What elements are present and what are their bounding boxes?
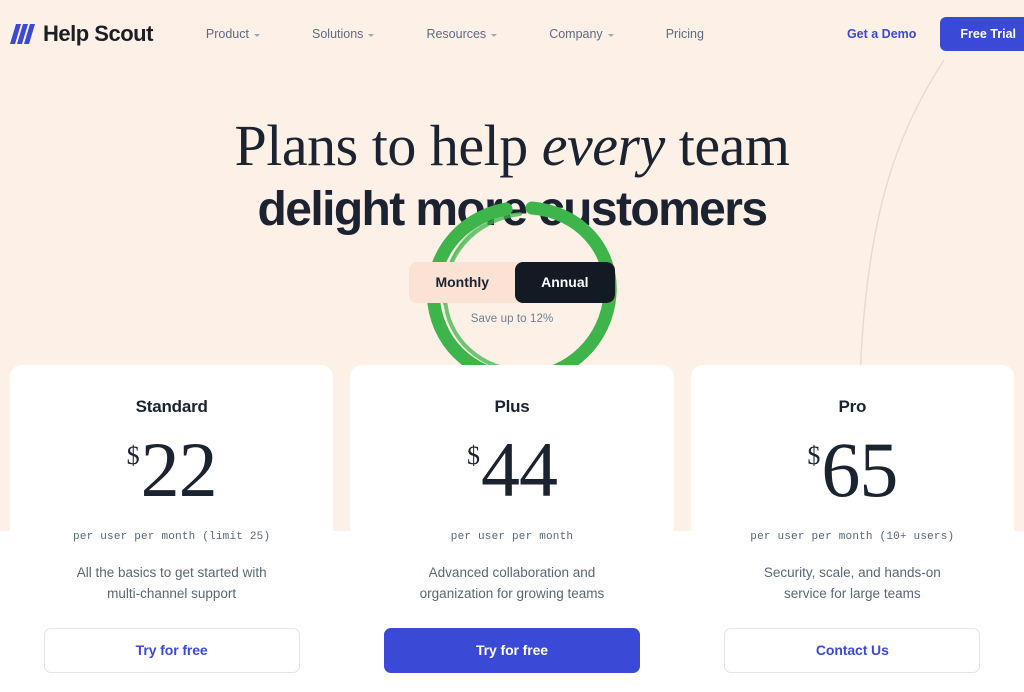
- billing-period-section: Monthly Annual Save up to 12%: [0, 262, 1024, 325]
- nav-link-solutions-label: Solutions: [312, 27, 364, 41]
- brand-name: Help Scout: [43, 21, 153, 46]
- headline-line-1-post: team: [664, 113, 790, 178]
- plan-price: $ 44: [466, 426, 558, 517]
- plan-price-currency: $: [466, 441, 480, 470]
- nav-link-product[interactable]: Product: [206, 21, 260, 47]
- help-scout-slashes-icon: [10, 24, 35, 44]
- top-navigation-bar: Help Scout Product Solutions Resources C…: [0, 0, 1024, 68]
- headline-line-1: Plans to help every team: [0, 113, 1024, 178]
- billing-toggle[interactable]: Monthly Annual: [409, 262, 615, 303]
- headline-line-1-pre: Plans to help: [234, 113, 542, 178]
- plan-cta-button[interactable]: Try for free: [383, 627, 640, 673]
- nav-link-company[interactable]: Company: [549, 21, 614, 47]
- chevron-down-icon: [607, 33, 614, 37]
- billing-toggle-annual[interactable]: Annual: [515, 262, 615, 303]
- plan-name: Plus: [494, 397, 530, 416]
- plan-price-meta: per user per month (limit 25): [73, 531, 271, 543]
- plan-description: All the basics to get started with multi…: [76, 565, 267, 601]
- nav-link-product-label: Product: [205, 27, 249, 41]
- plan-name: Standard: [135, 397, 208, 416]
- nav-link-pricing-label: Pricing: [665, 27, 704, 41]
- chevron-down-icon: [491, 33, 498, 37]
- pricing-card-pro: Pro $ 65 per user per month (10+ users) …: [690, 365, 1014, 692]
- hero-headline: Plans to help every team delight more cu…: [0, 113, 1024, 236]
- nav-link-pricing[interactable]: Pricing: [666, 21, 704, 47]
- chevron-down-icon: [254, 33, 260, 37]
- plan-price-amount: 65: [821, 426, 898, 513]
- get-a-demo-link[interactable]: Get a Demo: [847, 27, 916, 41]
- plan-price-amount: 22: [140, 426, 218, 513]
- nav-links: Product Solutions Resources Company Pric…: [206, 21, 704, 47]
- plan-description: Advanced collaboration and organization …: [419, 565, 605, 601]
- brand-logo[interactable]: Help Scout: [10, 17, 153, 51]
- nav-link-resources-label: Resources: [426, 27, 487, 41]
- billing-save-note: Save up to 12%: [470, 313, 554, 325]
- plan-price-meta: per user per month: [450, 531, 574, 543]
- plan-cta-button[interactable]: Try for free: [43, 627, 300, 673]
- chevron-down-icon: [368, 33, 375, 37]
- plan-price-currency: $: [807, 441, 821, 470]
- nav-link-resources[interactable]: Resources: [426, 21, 498, 47]
- plan-price: $ 65: [807, 426, 898, 517]
- plan-price-meta: per user per month (10+ users): [750, 531, 955, 543]
- pricing-cards: Standard $ 22 per user per month (limit …: [10, 365, 1014, 692]
- plan-price: $ 22: [126, 426, 218, 517]
- free-trial-button[interactable]: Free Trial: [940, 17, 1024, 51]
- pricing-card-standard: Standard $ 22 per user per month (limit …: [10, 365, 334, 692]
- plan-price-amount: 44: [480, 426, 558, 513]
- plan-cta-button[interactable]: Contact Us: [724, 627, 981, 673]
- headline-emphasis-every: every: [541, 113, 666, 178]
- nav-actions: Get a Demo Free Trial: [847, 0, 1024, 68]
- billing-toggle-monthly[interactable]: Monthly: [409, 262, 515, 303]
- plan-description: Security, scale, and hands-on service fo…: [763, 565, 941, 601]
- plan-price-currency: $: [126, 441, 140, 470]
- headline-line-2: delight more customers: [257, 182, 769, 236]
- pricing-card-plus: Plus $ 44 per user per month Advanced co…: [350, 365, 674, 692]
- plan-name: Pro: [838, 397, 867, 416]
- nav-link-company-label: Company: [549, 27, 603, 41]
- nav-link-solutions[interactable]: Solutions: [312, 21, 375, 47]
